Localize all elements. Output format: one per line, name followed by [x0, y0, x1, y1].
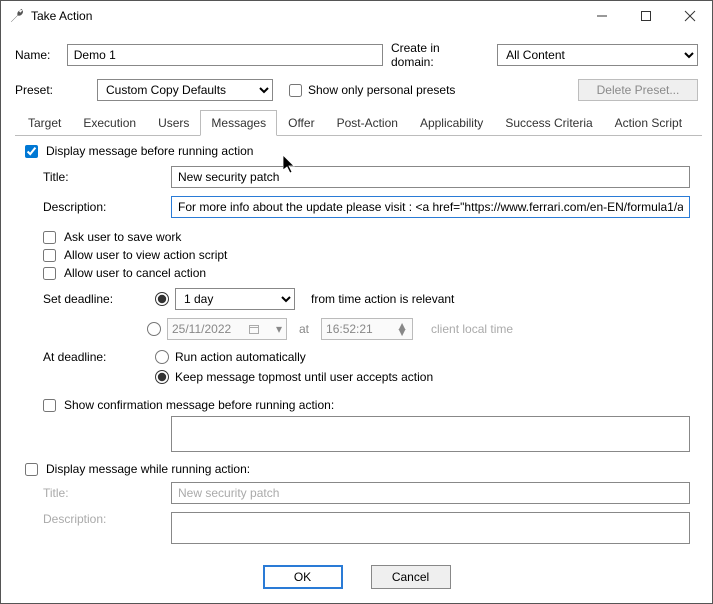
cancel-button[interactable]: Cancel — [371, 565, 451, 589]
wrench-icon — [9, 8, 25, 24]
dialog-buttons: OK Cancel — [1, 553, 712, 603]
display-while-checkbox[interactable]: Display message while running action: — [25, 462, 690, 476]
deadline-date-input[interactable]: 25/11/2022 ▾ — [167, 318, 287, 340]
description-label: Description: — [43, 200, 163, 214]
name-input[interactable] — [67, 44, 383, 66]
deadline-select[interactable]: 1 day — [175, 288, 295, 310]
title-label: Title: — [43, 170, 163, 184]
close-button[interactable] — [668, 1, 712, 31]
at-deadline-label: At deadline: — [43, 350, 147, 364]
from-time-label: from time action is relevant — [311, 292, 454, 306]
running-description-label: Description: — [43, 512, 163, 526]
preset-label: Preset: — [15, 83, 89, 97]
allow-cancel-checkbox[interactable]: Allow user to cancel action — [43, 266, 690, 280]
confirmation-message-input[interactable] — [171, 416, 690, 452]
messages-panel: Display message before running action Ti… — [1, 136, 712, 553]
display-before-label: Display message before running action — [46, 144, 253, 158]
preset-select[interactable]: Custom Copy Defaults — [97, 79, 273, 101]
window-title: Take Action — [31, 9, 580, 23]
display-before-checkbox[interactable]: Display message before running action — [25, 144, 690, 158]
set-deadline-label: Set deadline: — [43, 292, 147, 306]
tab-target[interactable]: Target — [17, 110, 72, 136]
running-description-input — [171, 512, 690, 544]
show-personal-presets-checkbox[interactable]: Show only personal presets — [289, 83, 455, 97]
window-buttons — [580, 1, 712, 31]
run-auto-radio[interactable]: Run action automatically — [155, 350, 433, 364]
deadline-relative-radio[interactable] — [155, 292, 169, 306]
tab-execution[interactable]: Execution — [72, 110, 147, 136]
deadline-absolute-radio[interactable] — [147, 322, 161, 336]
tab-strip: Target Execution Users Messages Offer Po… — [15, 109, 702, 136]
ok-button[interactable]: OK — [263, 565, 343, 589]
show-personal-presets-input[interactable] — [289, 84, 302, 97]
client-local-time-label: client local time — [431, 322, 513, 336]
title-input[interactable] — [171, 166, 690, 188]
tab-success-criteria[interactable]: Success Criteria — [494, 110, 603, 136]
description-input[interactable] — [171, 196, 690, 218]
preset-row: Preset: Custom Copy Defaults Show only p… — [15, 79, 698, 101]
running-title-label: Title: — [43, 486, 163, 500]
at-label: at — [293, 322, 315, 336]
minimize-button[interactable] — [580, 1, 624, 31]
tab-offer[interactable]: Offer — [277, 110, 325, 136]
tab-post-action[interactable]: Post-Action — [326, 110, 409, 136]
tab-applicability[interactable]: Applicability — [409, 110, 494, 136]
display-before-input[interactable] — [25, 145, 38, 158]
create-in-domain-label: Create in domain: — [391, 41, 489, 69]
delete-preset-button[interactable]: Delete Preset... — [578, 79, 698, 101]
tab-messages[interactable]: Messages — [200, 110, 277, 136]
ask-save-checkbox[interactable]: Ask user to save work — [43, 230, 690, 244]
show-confirmation-checkbox[interactable]: Show confirmation message before running… — [43, 398, 690, 412]
titlebar: Take Action — [1, 1, 712, 31]
maximize-button[interactable] — [624, 1, 668, 31]
deadline-time-input[interactable]: 16:52:21 ▲▼ — [321, 318, 413, 340]
name-row: Name: Create in domain: All Content — [15, 41, 698, 69]
calendar-icon — [249, 324, 259, 334]
tab-users[interactable]: Users — [147, 110, 200, 136]
running-title-input — [171, 482, 690, 504]
keep-topmost-radio[interactable]: Keep message topmost until user accepts … — [155, 370, 433, 384]
allow-view-script-checkbox[interactable]: Allow user to view action script — [43, 248, 690, 262]
show-personal-presets-label: Show only personal presets — [308, 83, 455, 97]
name-label: Name: — [15, 48, 59, 62]
tab-action-script[interactable]: Action Script — [604, 110, 693, 136]
domain-select[interactable]: All Content — [497, 44, 698, 66]
